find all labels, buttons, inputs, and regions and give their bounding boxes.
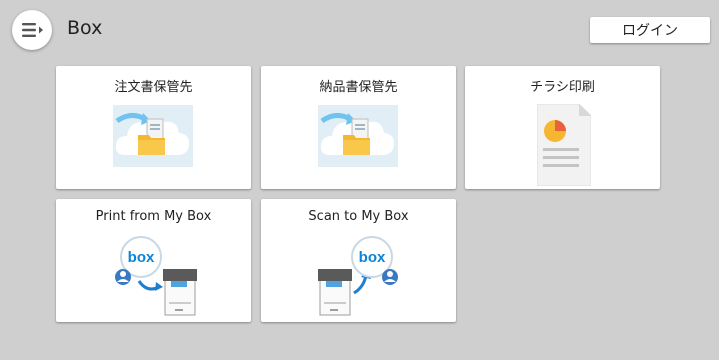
tile-scan-to-my-box[interactable]: Scan to My Box box bbox=[261, 199, 456, 322]
svg-text:box: box bbox=[359, 249, 386, 266]
tile-label: Scan to My Box bbox=[308, 209, 409, 224]
svg-text:box: box bbox=[128, 249, 155, 266]
tile-print-from-my-box[interactable]: Print from My Box box bbox=[56, 199, 251, 322]
cloud-folder-icon bbox=[113, 105, 193, 167]
tile-label: 注文書保管先 bbox=[114, 80, 193, 95]
tile-order-storage[interactable]: 注文書保管先 bbox=[56, 66, 251, 189]
hamburger-menu-icon bbox=[22, 23, 43, 37]
tile-flyer-print[interactable]: チラシ印刷 bbox=[465, 66, 660, 189]
page-title: Box bbox=[67, 17, 103, 39]
tile-label: 納品書保管先 bbox=[319, 80, 398, 95]
tile-label: Print from My Box bbox=[95, 209, 212, 224]
printer-to-box-icon: box bbox=[318, 236, 398, 316]
box-to-printer-icon: box bbox=[115, 236, 197, 316]
tile-label: チラシ印刷 bbox=[530, 80, 595, 95]
document-chart-icon bbox=[537, 104, 591, 186]
tile-delivery-storage[interactable]: 納品書保管先 bbox=[261, 66, 456, 189]
login-button[interactable]: ログイン bbox=[590, 17, 710, 43]
menu-button[interactable] bbox=[12, 10, 52, 50]
cloud-folder-icon bbox=[318, 105, 398, 167]
